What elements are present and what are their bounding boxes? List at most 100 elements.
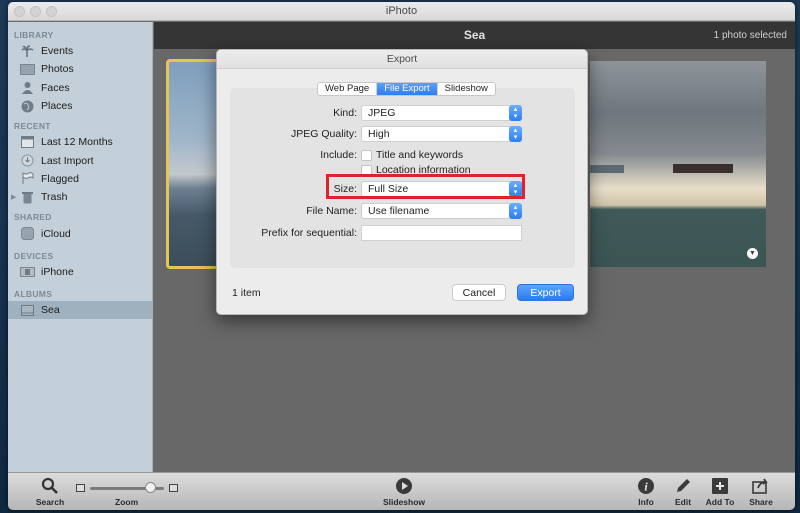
search-icon	[32, 475, 68, 497]
info-icon: i	[632, 475, 660, 497]
tab-file-export[interactable]: File Export	[377, 83, 438, 95]
sidebar-item-label: Faces	[41, 81, 70, 94]
export-type-tabs: Web Page File Export Slideshow	[317, 82, 496, 96]
sidebar-item-iphone[interactable]: iPhone	[8, 263, 152, 281]
up-down-arrows-icon: ▴ ▾	[509, 126, 522, 142]
album-title: Sea	[463, 28, 486, 42]
share-button[interactable]: Share	[745, 475, 777, 507]
ship-shape	[673, 164, 733, 173]
sidebar-heading-devices: DEVICES	[14, 250, 54, 261]
places-icon	[20, 100, 35, 113]
search-label: Search	[35, 497, 65, 507]
sidebar-item-places[interactable]: Places	[8, 97, 152, 115]
icloud-icon	[20, 227, 35, 241]
sidebar-heading-shared: SHARED	[14, 212, 52, 223]
sidebar-item-label: iCloud	[41, 227, 71, 240]
sidebar: LIBRARY Events Photos Faces Places RECEN…	[8, 22, 153, 472]
search-button[interactable]: Search	[32, 475, 68, 507]
plus-icon	[703, 475, 737, 497]
album-icon	[20, 304, 35, 317]
title-keywords-option[interactable]: Title and keywords	[361, 149, 463, 161]
large-thumbnail-icon	[169, 484, 178, 492]
add-to-label: Add To	[705, 497, 735, 507]
sidebar-item-last-12-months[interactable]: Last 12 Months	[8, 133, 152, 151]
prefix-label: Prefix for sequential:	[261, 227, 357, 239]
zoom-slider-knob[interactable]	[145, 482, 157, 493]
sidebar-item-trash[interactable]: ▶ Trash	[8, 188, 152, 206]
prefix-input[interactable]	[361, 225, 522, 241]
sidebar-item-flagged[interactable]: Flagged	[8, 170, 152, 188]
sidebar-item-icloud[interactable]: iCloud	[8, 224, 152, 242]
include-label: Include:	[320, 149, 357, 161]
cancel-button[interactable]: Cancel	[452, 284, 506, 301]
sidebar-item-label: Events	[41, 45, 74, 58]
sidebar-item-photos[interactable]: Photos	[8, 60, 152, 78]
file-name-label: File Name:	[306, 205, 357, 217]
file-name-select[interactable]: Use filename ▴ ▾	[361, 203, 522, 219]
tab-web-page[interactable]: Web Page	[318, 83, 378, 95]
info-button[interactable]: i Info	[632, 475, 660, 507]
sidebar-heading-library: LIBRARY	[14, 30, 54, 40]
title-keywords-checkbox[interactable]	[361, 149, 372, 161]
iphone-icon	[20, 265, 35, 278]
sidebar-item-label: Last Import	[41, 154, 94, 167]
sidebar-item-label: Places	[41, 100, 73, 113]
zoom-label: Zoom	[115, 497, 139, 507]
up-down-arrows-icon: ▴ ▾	[509, 203, 522, 219]
ship-shape	[590, 165, 624, 173]
file-name-value: Use filename	[368, 205, 430, 217]
export-button[interactable]: Export	[517, 284, 574, 301]
edit-label: Edit	[674, 497, 692, 507]
photo-thumbnail[interactable]: ▼	[590, 61, 766, 267]
sidebar-item-events[interactable]: Events	[8, 42, 152, 60]
size-highlight-box	[326, 174, 525, 199]
item-count: 1 item	[232, 287, 261, 299]
share-icon	[745, 475, 777, 497]
tab-slideshow[interactable]: Slideshow	[438, 83, 495, 95]
kind-label: Kind:	[333, 107, 357, 119]
slideshow-button[interactable]: Slideshow	[374, 475, 434, 507]
album-header: Sea 1 photo selected	[154, 22, 795, 49]
export-dialog: Export Web Page File Export Slideshow Ki…	[216, 49, 588, 315]
sidebar-heading-recent: RECENT	[14, 121, 51, 132]
sidebar-item-label: iPhone	[41, 265, 74, 278]
zoom-window-button[interactable]	[46, 6, 57, 17]
sidebar-item-sea[interactable]: Sea	[8, 300, 152, 320]
sidebar-item-last-import[interactable]: Last Import	[8, 151, 152, 169]
title-keywords-label: Title and keywords	[376, 149, 464, 161]
share-label: Share	[749, 497, 773, 507]
sidebar-item-label: Trash	[41, 191, 68, 204]
play-icon	[374, 475, 434, 497]
photos-icon	[20, 63, 35, 76]
window-title: iPhoto	[385, 5, 418, 17]
jpeg-quality-select[interactable]: High ▴ ▾	[361, 126, 522, 142]
close-window-button[interactable]	[14, 6, 25, 17]
sidebar-item-label: Sea	[41, 304, 60, 317]
pencil-icon	[670, 475, 696, 497]
edit-button[interactable]: Edit	[670, 475, 696, 507]
sidebar-heading-albums: ALBUMS	[14, 288, 53, 299]
kind-value: JPEG	[368, 107, 396, 119]
jpeg-quality-value: High	[368, 128, 390, 140]
selection-count: 1 photo selected	[713, 30, 787, 41]
bottom-toolbar: Search Zoom Slideshow i Info Edit Add To…	[8, 472, 795, 510]
minimize-window-button[interactable]	[30, 6, 41, 17]
info-label: Info	[638, 497, 654, 507]
trash-icon	[20, 191, 35, 204]
kind-select[interactable]: JPEG ▴ ▾	[361, 105, 522, 121]
jpeg-quality-label: JPEG Quality:	[291, 128, 357, 140]
dialog-title: Export	[217, 50, 587, 69]
sidebar-item-label: Photos	[41, 63, 74, 76]
flag-icon	[20, 172, 35, 185]
up-down-arrows-icon: ▴ ▾	[509, 105, 522, 121]
zoom-slider[interactable]	[76, 482, 178, 494]
sidebar-item-faces[interactable]: Faces	[8, 79, 152, 97]
small-thumbnail-icon	[76, 484, 85, 492]
photo-options-icon[interactable]: ▼	[747, 248, 758, 259]
disclosure-triangle-icon[interactable]: ▶	[11, 193, 16, 201]
add-to-button[interactable]: Add To	[703, 475, 737, 507]
faces-icon	[20, 81, 35, 95]
calendar-icon	[20, 136, 35, 149]
sidebar-item-label: Flagged	[41, 172, 79, 185]
events-icon	[20, 44, 35, 58]
